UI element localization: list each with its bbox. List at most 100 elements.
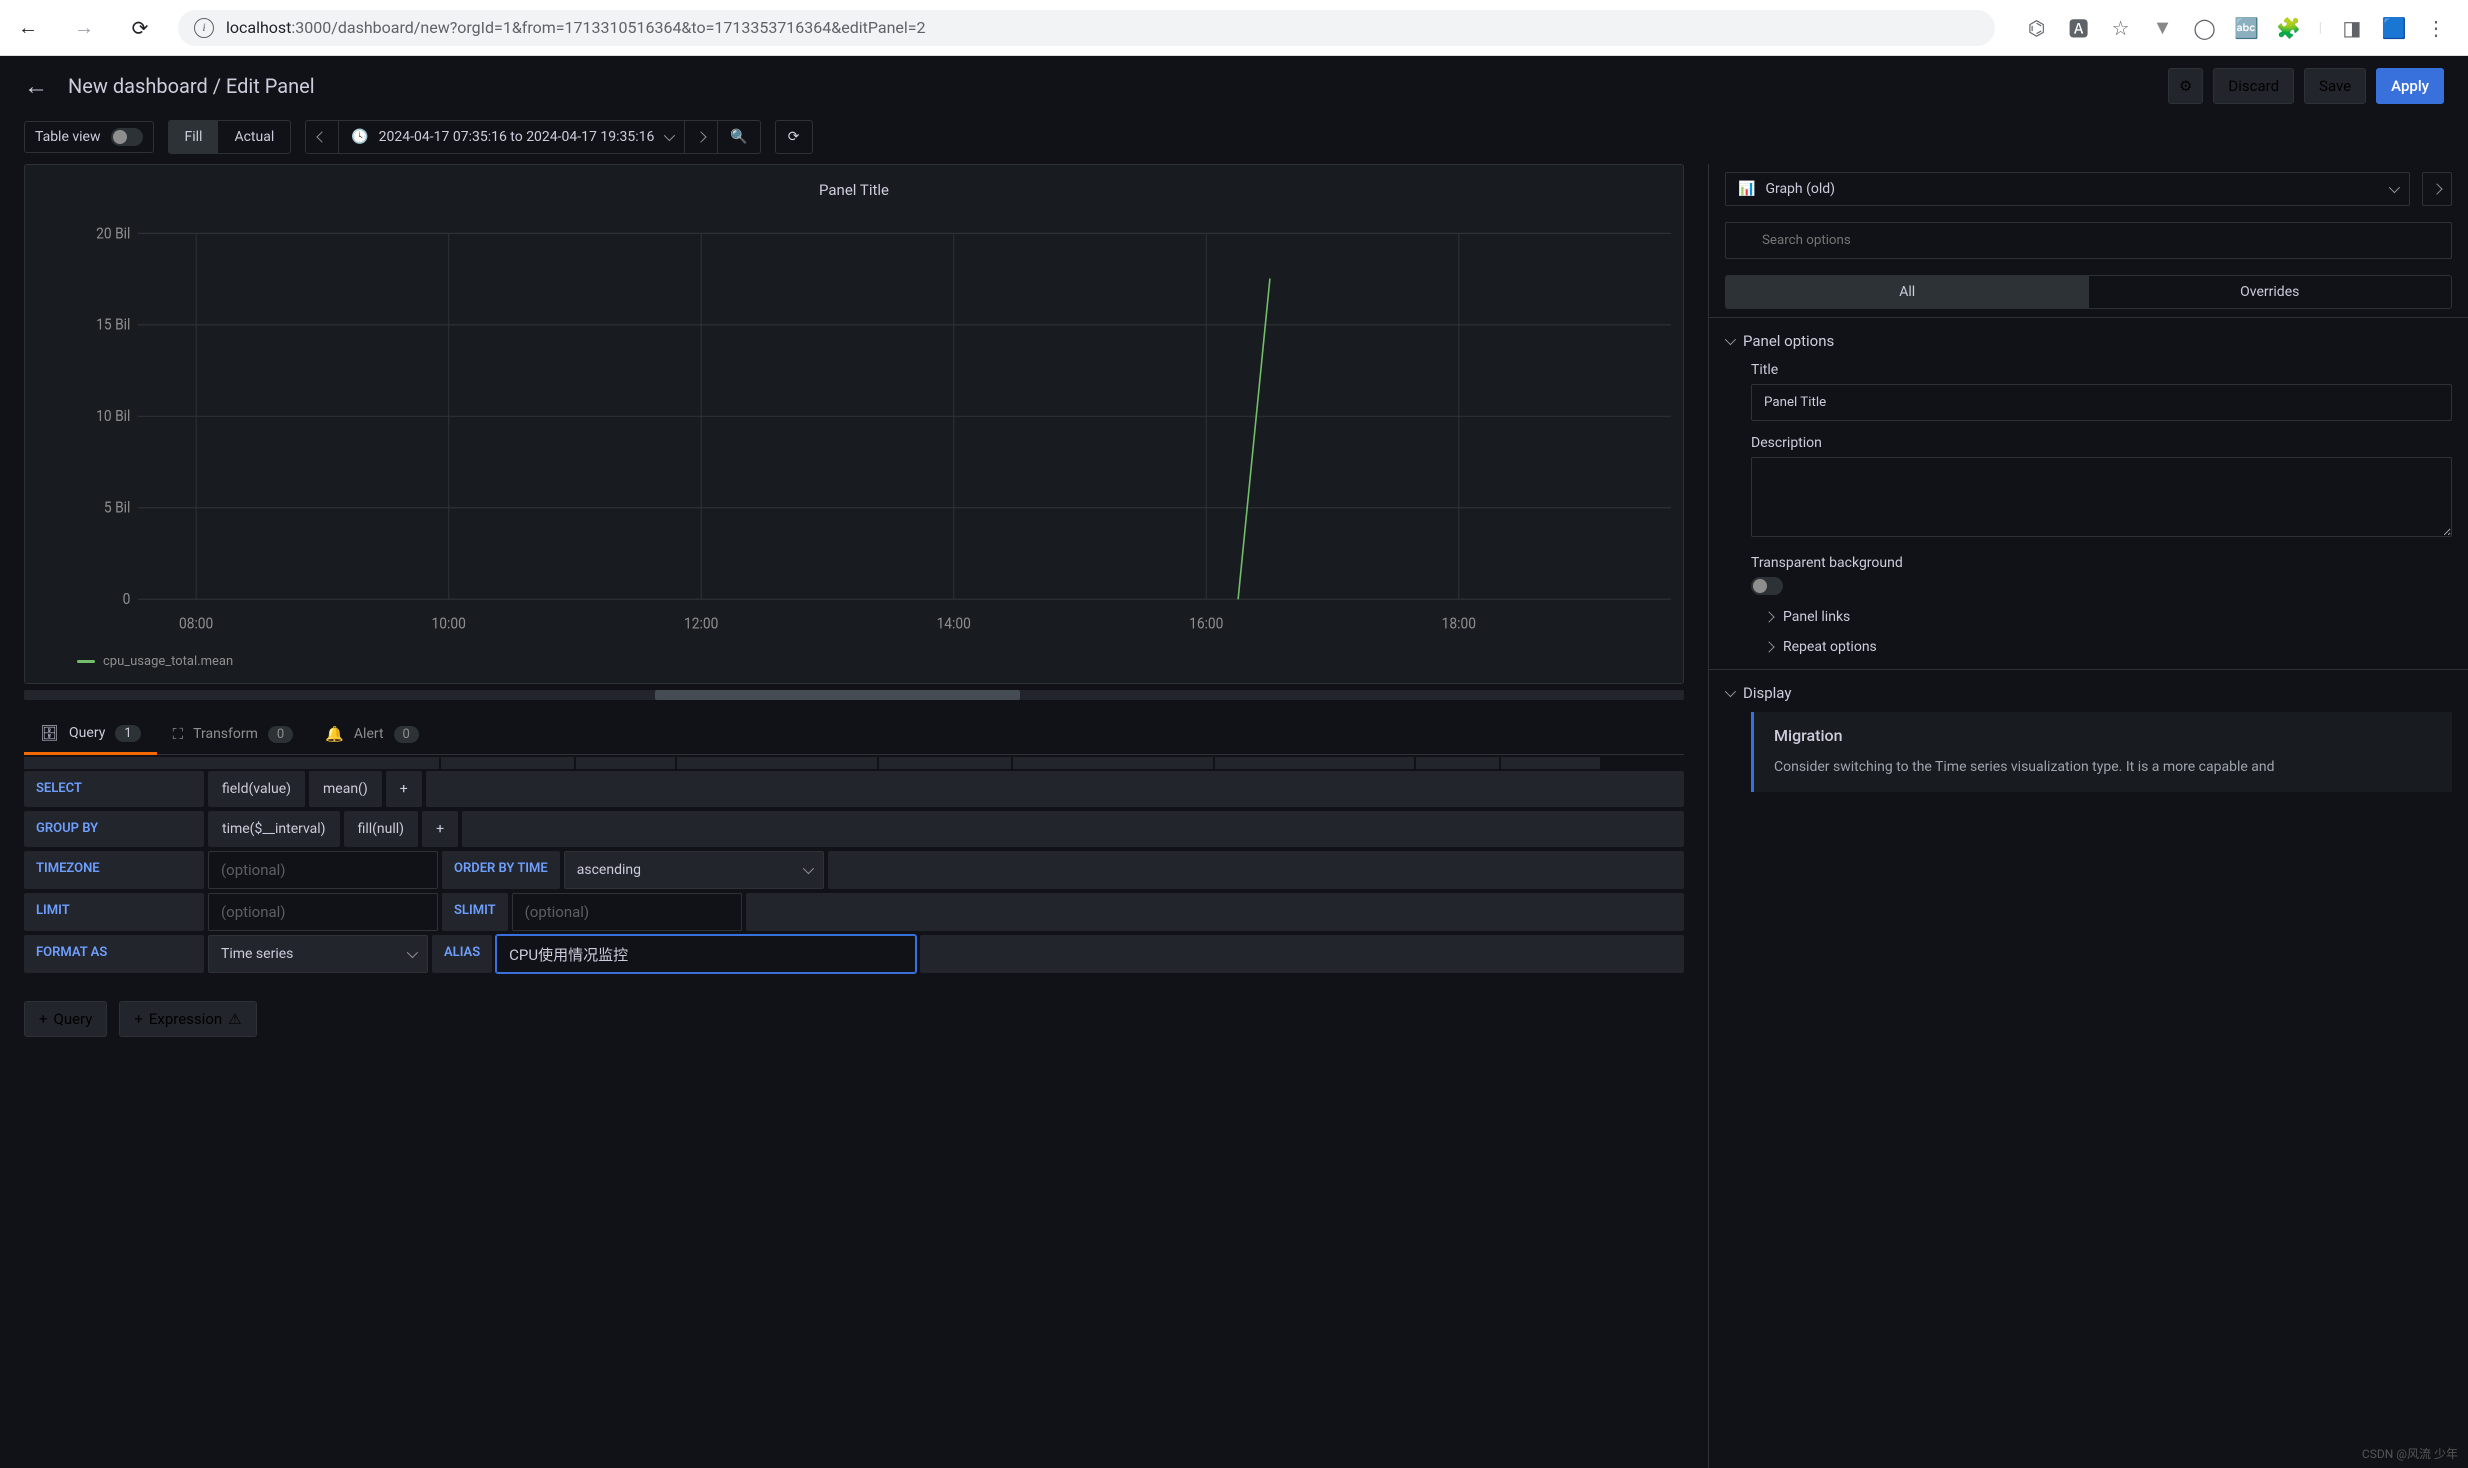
groupby-time-seg[interactable]: time($__interval) xyxy=(208,811,340,847)
select-field-seg[interactable]: field(value) xyxy=(208,771,305,807)
password-key-icon[interactable]: ⌬ xyxy=(2025,16,2049,40)
browser-menu-icon[interactable]: ⋮ xyxy=(2424,16,2448,40)
chart-area[interactable]: 0 5 Bil 10 Bil 15 Bil 20 Bil 08:00 10:00… xyxy=(37,209,1671,648)
section-display-header[interactable]: Display xyxy=(1725,684,2452,702)
discard-button[interactable]: Discard xyxy=(2213,68,2294,104)
panel-toolbar: Table view Fill Actual 🕓 2024-04-17 07:3… xyxy=(0,116,2468,164)
visualization-picker[interactable]: 📊 Graph (old) xyxy=(1725,172,2410,206)
browser-reload-button[interactable]: ⟳ xyxy=(122,10,158,46)
add-expression-label: Expression xyxy=(149,1010,222,1028)
tab-overrides[interactable]: Overrides xyxy=(2089,276,2452,308)
bookmark-star-icon[interactable]: ☆ xyxy=(2109,16,2133,40)
row-timezone: TIMEZONE ORDER BY TIME ascending xyxy=(24,851,1684,889)
groupby-fill-seg[interactable]: fill(null) xyxy=(344,811,419,847)
transparent-bg-toggle[interactable] xyxy=(1751,577,1783,595)
chart-legend[interactable]: cpu_usage_total.mean xyxy=(37,648,1671,671)
row-format: FORMAT AS Time series ALIAS xyxy=(24,935,1684,973)
viz-type-label: Graph (old) xyxy=(1765,181,1835,197)
panel-links-item[interactable]: Panel links xyxy=(1751,609,2452,625)
options-pane: 📊 Graph (old) 🔍 All Overrides xyxy=(1708,164,2468,1468)
alias-input[interactable] xyxy=(496,935,916,973)
tab-query[interactable]: 🗄 Query 1 xyxy=(24,714,157,755)
back-arrow-icon[interactable]: ← xyxy=(24,72,48,101)
orderby-select[interactable]: ascending xyxy=(564,851,824,889)
watermark: CSDN @风流 少年 xyxy=(2362,1445,2458,1462)
section-panel-options: Panel options Title Description Transpar… xyxy=(1709,317,2468,669)
row-select: SELECT field(value) mean() + xyxy=(24,771,1684,807)
tab-query-count: 1 xyxy=(115,725,140,742)
time-range-button[interactable]: 🕓 2024-04-17 07:35:16 to 2024-04-17 19:3… xyxy=(338,121,684,153)
extensions-icon[interactable]: 🧩 xyxy=(2277,16,2301,40)
tab-transform[interactable]: ⛶ Transform 0 xyxy=(157,714,310,754)
repeat-options-item[interactable]: Repeat options xyxy=(1751,639,2452,655)
ext-icon-1[interactable]: ▼ xyxy=(2151,16,2175,40)
legend-label: cpu_usage_total.mean xyxy=(103,654,233,669)
chevron-down-icon xyxy=(1725,334,1736,345)
format-select[interactable]: Time series xyxy=(208,935,428,973)
add-query-label: Query xyxy=(54,1010,93,1028)
grafana-app: ← New dashboard / Edit Panel ⚙ Discard S… xyxy=(0,56,2468,1468)
table-view-toggle[interactable]: Table view xyxy=(24,121,154,153)
limit-input[interactable] xyxy=(208,893,438,931)
query-actions: + Query + Expression ⚠ xyxy=(24,977,1684,1061)
select-add-button[interactable]: + xyxy=(386,771,422,807)
ext-icon-2[interactable]: ◯ xyxy=(2193,16,2217,40)
y-tick-0: 0 xyxy=(123,589,131,608)
tab-transform-count: 0 xyxy=(268,726,293,743)
plus-icon: + xyxy=(39,1010,48,1028)
chevron-down-icon xyxy=(1725,686,1736,697)
alias-label: ALIAS xyxy=(432,935,492,973)
settings-button[interactable]: ⚙ xyxy=(2168,68,2203,104)
chevron-down-icon xyxy=(803,863,814,874)
profile-avatar[interactable]: 🟦 xyxy=(2382,16,2406,40)
zoom-out-button[interactable]: 🔍 xyxy=(717,121,759,153)
time-prev-button[interactable] xyxy=(306,121,338,153)
browser-back-button[interactable]: ← xyxy=(10,10,46,46)
actual-option[interactable]: Actual xyxy=(218,121,290,153)
add-query-button[interactable]: + Query xyxy=(24,1001,107,1037)
ext-icon-3[interactable]: 🔤 xyxy=(2235,16,2259,40)
translate-icon[interactable]: 🅰 xyxy=(2067,16,2091,40)
groupby-add-button[interactable]: + xyxy=(422,811,458,847)
row-groupby: GROUP BY time($__interval) fill(null) + xyxy=(24,811,1684,847)
expand-options-button[interactable] xyxy=(2422,172,2452,206)
tab-alert[interactable]: 🔔 Alert 0 xyxy=(309,714,435,754)
transform-icon: ⛶ xyxy=(173,725,184,743)
panel-links-label: Panel links xyxy=(1783,609,1850,625)
select-agg-seg[interactable]: mean() xyxy=(309,771,382,807)
tab-alert-count: 0 xyxy=(394,726,419,743)
groupby-spacer xyxy=(462,811,1684,847)
site-info-icon[interactable]: i xyxy=(194,18,214,38)
browser-forward-button[interactable]: → xyxy=(66,10,102,46)
side-panel-icon[interactable]: ◨ xyxy=(2340,16,2364,40)
switch-icon xyxy=(111,128,143,146)
refresh-button[interactable]: ⟳ xyxy=(775,120,813,154)
slimit-input[interactable] xyxy=(512,893,742,931)
panel-title-input[interactable] xyxy=(1751,384,2452,421)
browser-chrome: ← → ⟳ i localhost:3000/dashboard/new?org… xyxy=(0,0,2468,56)
bell-icon: 🔔 xyxy=(325,725,344,743)
save-button[interactable]: Save xyxy=(2304,68,2366,104)
refresh-icon: ⟳ xyxy=(788,129,800,145)
tab-all[interactable]: All xyxy=(1726,276,2089,308)
timezone-input[interactable] xyxy=(208,851,438,889)
y-tick-2: 10 Bil xyxy=(96,406,130,425)
horizontal-scrollbar[interactable] xyxy=(24,690,1684,700)
y-tick-1: 5 Bil xyxy=(104,498,130,517)
search-options-input[interactable] xyxy=(1725,222,2452,259)
time-next-button[interactable] xyxy=(684,121,717,153)
section-panel-options-header[interactable]: Panel options xyxy=(1725,332,2452,350)
tab-query-label: Query xyxy=(69,725,105,741)
select-label: SELECT xyxy=(24,771,204,807)
fill-option[interactable]: Fill xyxy=(169,121,219,153)
apply-button[interactable]: Apply xyxy=(2376,68,2444,104)
editor-tabs: 🗄 Query 1 ⛶ Transform 0 🔔 Alert 0 xyxy=(24,714,1684,755)
legend-color-swatch xyxy=(77,660,95,663)
y-tick-3: 15 Bil xyxy=(96,315,130,334)
url-bar[interactable]: i localhost:3000/dashboard/new?orgId=1&f… xyxy=(178,10,1995,46)
panel-description-input[interactable] xyxy=(1751,457,2452,537)
add-expression-button[interactable]: + Expression ⚠ xyxy=(119,1001,256,1037)
repeat-options-label: Repeat options xyxy=(1783,639,1877,655)
table-view-label: Table view xyxy=(35,129,101,145)
migration-callout: Migration Consider switching to the Time… xyxy=(1751,712,2452,792)
